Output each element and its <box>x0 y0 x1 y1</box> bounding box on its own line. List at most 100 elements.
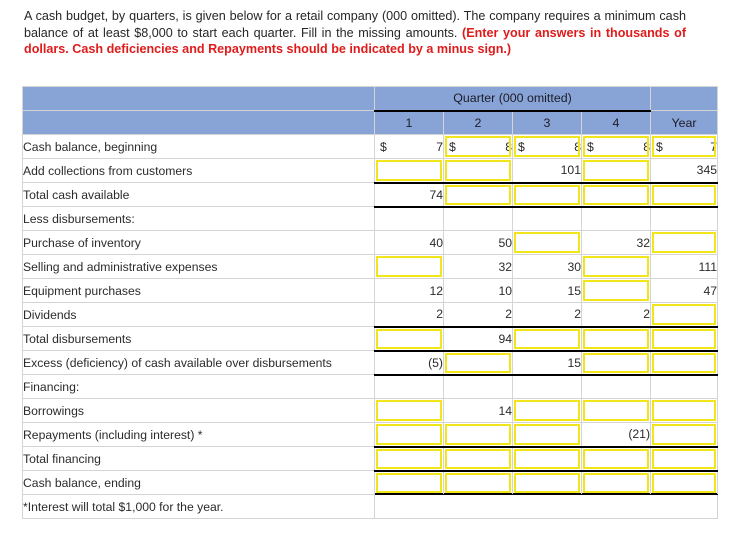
table-row: Equipment purchases 12 10 15 47 <box>22 278 719 303</box>
value-cell-q2: 94 <box>443 325 513 351</box>
cell-value: 111 <box>698 259 718 274</box>
input-cell-q2[interactable] <box>443 469 513 495</box>
input-cell-year[interactable] <box>650 230 719 255</box>
input-cell-q3[interactable] <box>512 325 582 351</box>
table-row: Less disbursements: <box>22 206 719 231</box>
value-cell-year: 47 <box>650 278 719 303</box>
header-corner-cell <box>22 86 375 111</box>
value-cell-q1: $7 <box>374 134 444 159</box>
input-cell-q2[interactable] <box>443 158 513 183</box>
input-cell-q4[interactable] <box>580 349 652 376</box>
input-cell-year[interactable] <box>650 398 719 423</box>
input-cell-q3[interactable] <box>512 469 582 495</box>
currency-symbol: $ <box>656 139 663 154</box>
input-cell-year[interactable] <box>650 349 719 376</box>
value-cell-q1 <box>374 374 444 399</box>
value-cell-q4: (21) <box>580 422 652 447</box>
input-cell-q4[interactable] <box>580 181 652 208</box>
input-cell-q1[interactable] <box>374 422 444 447</box>
input-cell-q1[interactable] <box>374 254 444 279</box>
currency-symbol: $ <box>380 139 387 154</box>
value-cell-year <box>650 206 719 231</box>
value-cell-q4: 2 <box>580 302 652 327</box>
cell-value: 40 <box>429 235 443 250</box>
input-cell-q3[interactable] <box>512 445 582 471</box>
cell-value: 94 <box>498 331 512 346</box>
input-cell-q4[interactable] <box>580 398 652 423</box>
input-cell-q3[interactable] <box>512 230 582 255</box>
value-cell-year: 345 <box>650 158 719 183</box>
value-cell-q3: 15 <box>512 349 582 376</box>
input-cell-q2[interactable] <box>443 422 513 447</box>
input-cell-year[interactable]: $7 <box>650 134 719 159</box>
row-label: Repayments (including interest) * <box>22 422 375 447</box>
row-label: Dividends <box>22 302 375 327</box>
value-cell-q2 <box>443 374 513 399</box>
cell-value: 10 <box>498 283 512 298</box>
cell-value: 15 <box>567 283 581 298</box>
cell-value: 2 <box>643 307 651 322</box>
input-cell-q1[interactable] <box>374 469 444 495</box>
input-cell-q3[interactable] <box>512 181 582 208</box>
input-cell-q4[interactable] <box>580 325 652 351</box>
cell-value: 30 <box>567 259 581 274</box>
input-cell-q4[interactable]: $8 <box>580 134 652 159</box>
input-cell-q3[interactable] <box>512 398 582 423</box>
value-cell-q3: 2 <box>512 302 582 327</box>
row-label: Cash balance, ending <box>22 470 375 495</box>
row-label: Cash balance, beginning <box>22 134 375 159</box>
row-label: Excess (deficiency) of cash available ov… <box>22 350 375 375</box>
value-cell-q1: 12 <box>374 278 444 303</box>
input-cell-q1[interactable] <box>374 445 444 471</box>
cell-value: 2 <box>436 307 443 322</box>
input-cell-q4[interactable] <box>580 469 652 495</box>
cell-value: 14 <box>498 403 512 418</box>
input-cell-year[interactable] <box>650 469 719 495</box>
header-row-columns: 1 2 3 4 Year <box>22 110 719 135</box>
input-cell-q3[interactable]: $8 <box>512 134 582 159</box>
value-cell-q3 <box>512 374 582 399</box>
row-label: Financing: <box>22 374 375 399</box>
cell-value: 8 <box>574 139 581 154</box>
input-cell-year[interactable] <box>650 325 719 351</box>
input-cell-q1[interactable] <box>374 325 444 351</box>
value-cell-q3: 30 <box>512 254 582 279</box>
table-row: Add collections from customers 101 345 <box>22 158 719 183</box>
cell-value: 12 <box>429 283 443 298</box>
input-cell-q4[interactable] <box>580 278 652 303</box>
header-col-q1: 1 <box>374 110 444 135</box>
value-cell-q2: 14 <box>443 398 513 423</box>
cell-value: 50 <box>498 235 512 250</box>
input-cell-q4[interactable] <box>580 445 652 471</box>
currency-symbol: $ <box>587 139 594 154</box>
table-row: Excess (deficiency) of cash available ov… <box>22 349 719 376</box>
input-cell-q1[interactable] <box>374 398 444 423</box>
input-cell-year[interactable] <box>650 181 719 208</box>
input-cell-q2[interactable]: $8 <box>443 134 513 159</box>
table-row: Total financing <box>22 445 719 471</box>
input-cell-q2[interactable] <box>443 181 513 208</box>
input-cell-q1[interactable] <box>374 158 444 183</box>
value-cell-q3: 101 <box>512 158 582 183</box>
input-cell-q4[interactable] <box>580 254 652 279</box>
table-body: Cash balance, beginning $7 $8 $8 $8 $7 Add col… <box>22 134 719 495</box>
input-cell-q2[interactable] <box>443 349 513 376</box>
table-row: Repayments (including interest) * (21) <box>22 422 719 447</box>
input-cell-year[interactable] <box>650 445 719 471</box>
value-cell-q1: 74 <box>374 181 444 208</box>
value-cell-q2: 10 <box>443 278 513 303</box>
input-cell-q3[interactable] <box>512 422 582 447</box>
header-col-year: Year <box>650 110 719 135</box>
header-col-q4: 4 <box>580 110 652 135</box>
cash-budget-table: Quarter (000 omitted) 1 2 3 4 Year Cash … <box>22 86 719 519</box>
value-cell-q2: 32 <box>443 254 513 279</box>
input-cell-q4[interactable] <box>580 158 652 183</box>
input-cell-year[interactable] <box>650 302 719 327</box>
input-cell-year[interactable] <box>650 422 719 447</box>
footnote-row: *Interest will total $1,000 for the year… <box>22 494 719 519</box>
question-prompt: A cash budget, by quarters, is given bel… <box>24 8 686 58</box>
cell-value: 15 <box>567 355 581 370</box>
header-row-group: Quarter (000 omitted) <box>22 86 719 112</box>
input-cell-q2[interactable] <box>443 445 513 471</box>
table-row: Financing: <box>22 374 719 399</box>
